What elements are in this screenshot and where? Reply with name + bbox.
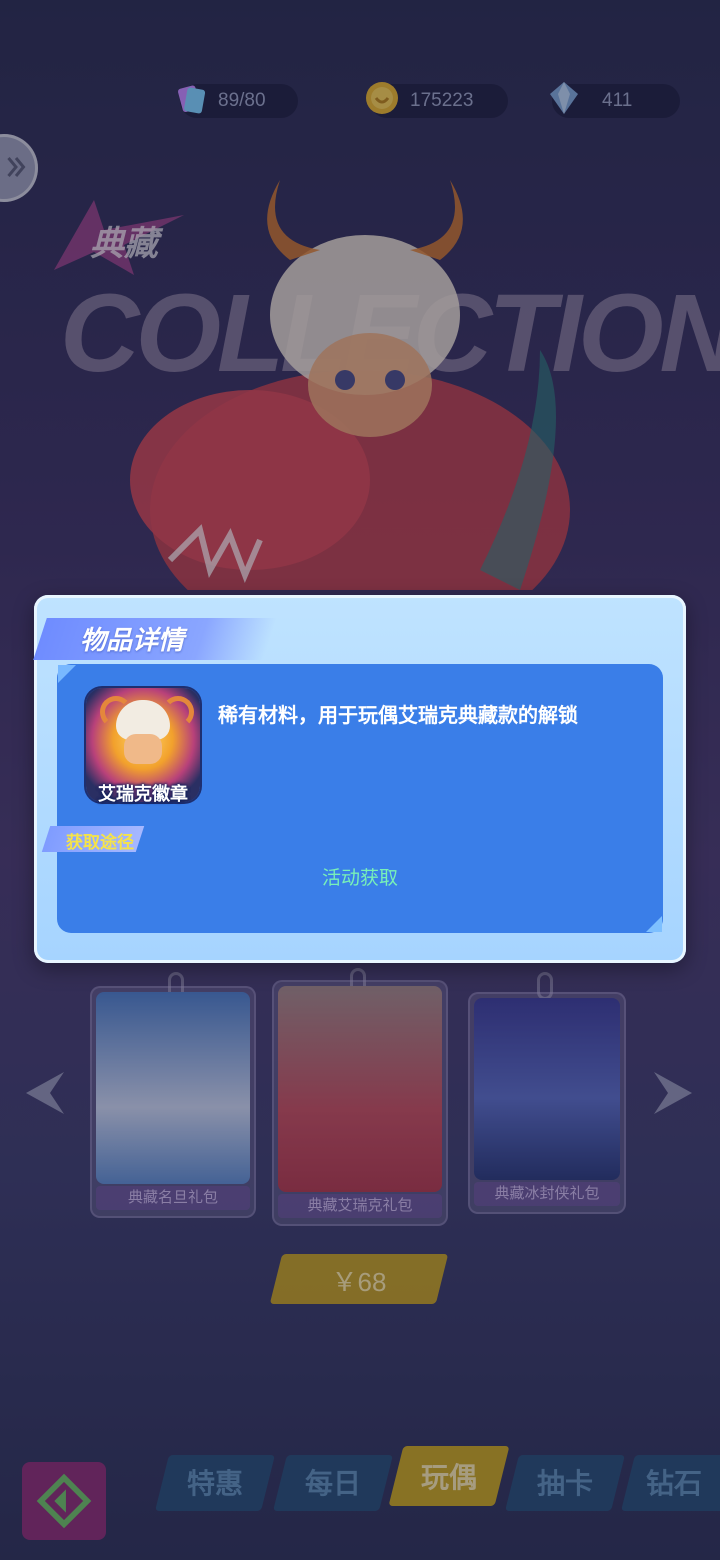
dialog-title: 物品详情: [80, 625, 185, 655]
corner-decoration: [646, 916, 662, 932]
item-description: 稀有材料，用于玩偶艾瑞克典藏款的解锁: [218, 705, 578, 727]
item-name: 艾瑞克徽章: [98, 784, 188, 804]
corner-decoration: [58, 665, 76, 683]
source-value-link[interactable]: 活动获取: [0, 863, 720, 890]
source-label: 获取途径: [66, 833, 134, 852]
